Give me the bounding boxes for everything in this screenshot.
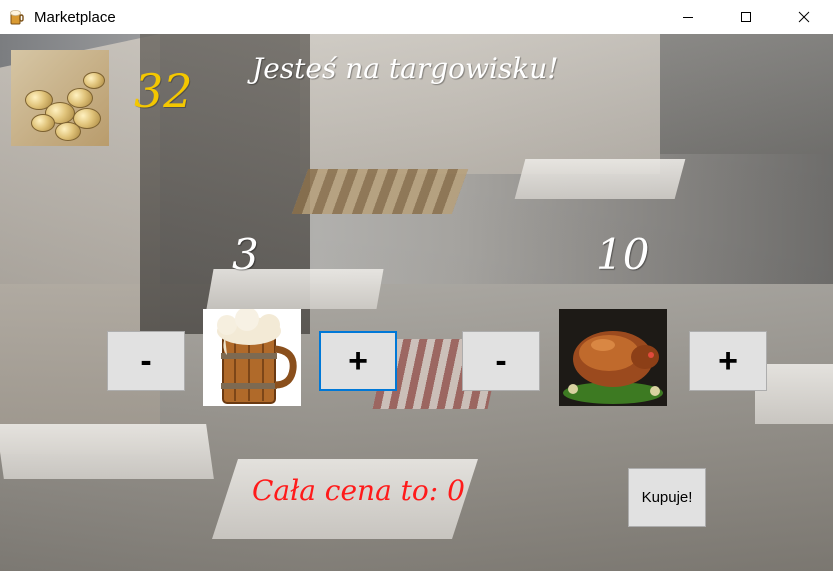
window-controls xyxy=(659,0,833,34)
gold-coins-image xyxy=(11,50,109,146)
beer-mug-icon xyxy=(8,8,26,26)
roast-pig-image xyxy=(559,309,667,406)
title-bar: Marketplace xyxy=(0,0,833,35)
market-headline: Jesteś na targowisku! xyxy=(252,52,559,85)
market-stall xyxy=(514,159,686,199)
maximize-icon xyxy=(741,12,751,22)
market-stall xyxy=(0,424,214,479)
beer-minus-button[interactable]: - xyxy=(107,331,185,391)
beer-quantity: 3 xyxy=(232,230,259,279)
roast-pig-plus-button[interactable]: + xyxy=(689,331,767,391)
close-icon xyxy=(798,11,810,23)
beer-plus-button[interactable]: + xyxy=(319,331,397,391)
minimize-icon xyxy=(683,17,693,18)
roast-pig-quantity: 10 xyxy=(596,230,650,279)
right-building xyxy=(660,34,833,154)
minimize-button[interactable] xyxy=(659,0,717,34)
window-title: Marketplace xyxy=(34,8,116,26)
coin-count: 32 xyxy=(134,64,193,118)
maximize-button[interactable] xyxy=(717,0,775,34)
beer-mug-image xyxy=(203,309,301,406)
roast-pig-minus-button[interactable]: - xyxy=(462,331,540,391)
total-price: Cała cena to: 0 xyxy=(252,474,465,507)
buy-button[interactable]: Kupuje! xyxy=(628,468,706,527)
marketplace-scene: 32 Jesteś na targowisku! 3 - + 10 - + Ca… xyxy=(0,34,833,571)
striped-awning xyxy=(291,169,469,214)
close-button[interactable] xyxy=(775,0,833,34)
